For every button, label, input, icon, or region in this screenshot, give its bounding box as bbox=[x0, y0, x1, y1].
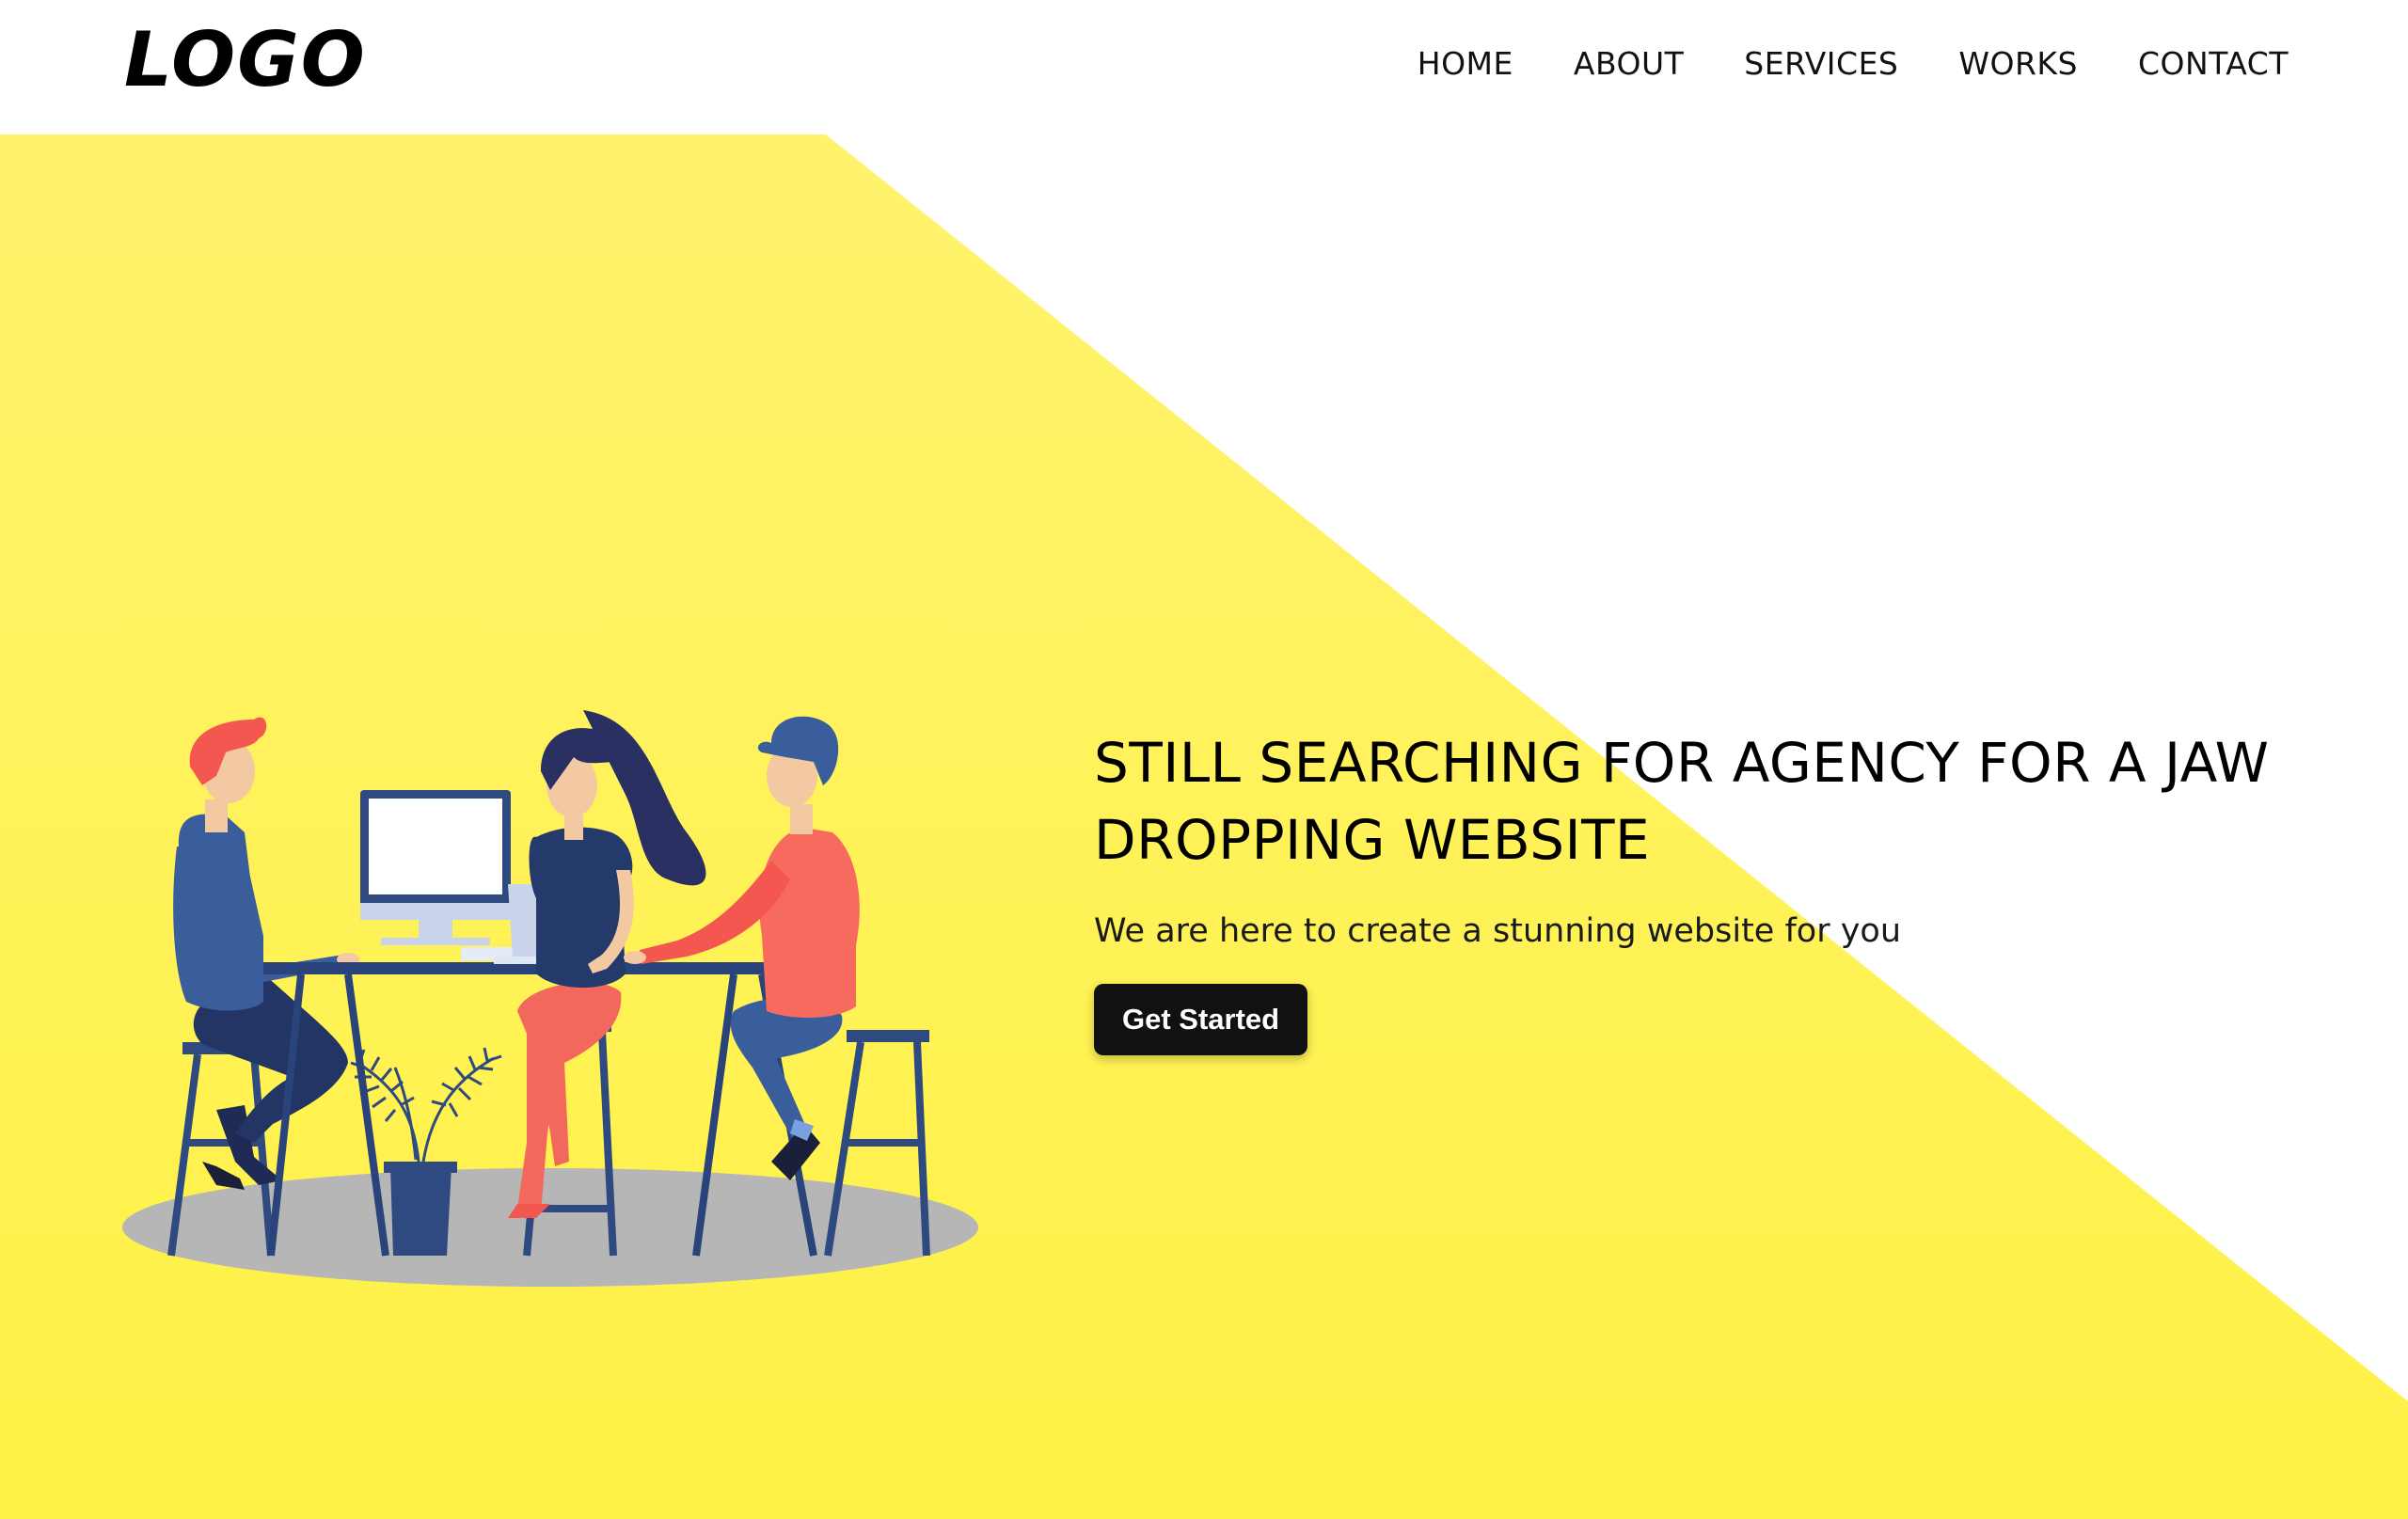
left-man-figure bbox=[173, 717, 359, 1190]
hero-content: STILL SEARCHING FOR AGENCY FOR A JAW DRO… bbox=[1094, 724, 2345, 1055]
floor-shadow bbox=[122, 1168, 978, 1287]
hero-title: STILL SEARCHING FOR AGENCY FOR A JAW DRO… bbox=[1094, 731, 2270, 872]
get-started-button[interactable]: Get Started bbox=[1094, 984, 1308, 1055]
monitor bbox=[360, 790, 521, 960]
nav-contact[interactable]: CONTACT bbox=[2138, 45, 2289, 83]
team-working-illustration bbox=[122, 710, 978, 1287]
nav-works[interactable]: WORKS bbox=[1958, 45, 2078, 83]
main-nav: HOME ABOUT SERVICES WORKS CONTACT bbox=[1418, 45, 2289, 83]
logo[interactable]: LOGO bbox=[124, 13, 367, 107]
nav-services[interactable]: SERVICES bbox=[1744, 45, 1898, 83]
nav-about[interactable]: ABOUT bbox=[1574, 45, 1684, 83]
site-header: LOGO HOME ABOUT SERVICES WORKS CONTACT bbox=[0, 0, 2408, 134]
nav-home[interactable]: HOME bbox=[1418, 45, 1513, 83]
hero-subtitle: We are here to create a stunning website… bbox=[1094, 912, 1902, 950]
